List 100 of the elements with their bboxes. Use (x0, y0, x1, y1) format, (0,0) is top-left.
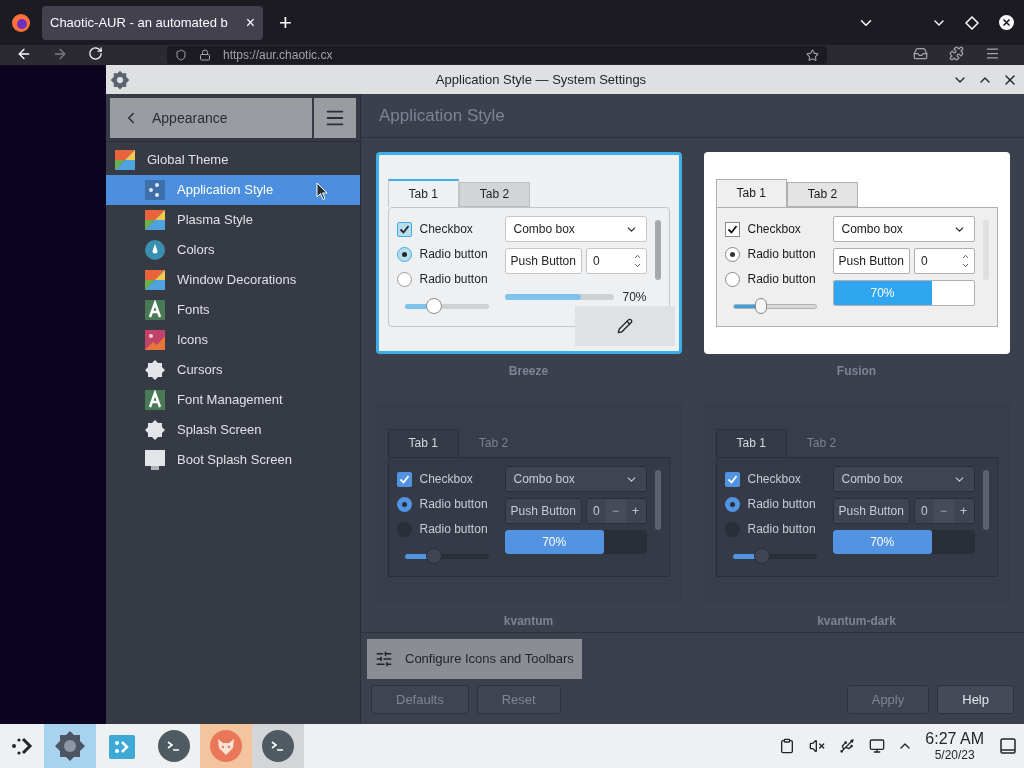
muted-speaker-icon[interactable] (809, 738, 826, 754)
push-button[interactable]: Push Button (832, 248, 910, 274)
sidebar-item[interactable]: Window Decorations (106, 265, 360, 295)
menu-button[interactable] (314, 98, 356, 138)
combo-box[interactable]: Combo box (504, 216, 647, 242)
show-desktop-icon[interactable] (1000, 738, 1016, 754)
spin-box[interactable]: 0 − + (585, 498, 647, 524)
checkbox-label: Checkbox (747, 221, 801, 238)
palette-icon (115, 150, 135, 170)
push-button[interactable]: Push Button (504, 498, 582, 524)
palette-icon (145, 270, 165, 290)
checkbox-label: Checkbox (747, 471, 801, 488)
pencil-icon (616, 318, 633, 334)
sidebar-item[interactable]: Cursors (106, 355, 360, 385)
scrollbar[interactable] (654, 470, 661, 530)
push-button[interactable]: Push Button (504, 248, 582, 274)
sliders-icon (375, 650, 393, 668)
tab[interactable]: Tab 1 (715, 429, 787, 457)
clipboard-icon[interactable] (779, 738, 796, 754)
spin-box[interactable]: 0 (585, 248, 647, 274)
checkbox[interactable] (396, 471, 412, 487)
progress-text: 70% (541, 534, 568, 551)
spin-box[interactable]: 0 (913, 248, 975, 274)
tab[interactable]: Tab 1 (387, 179, 459, 207)
combo-box[interactable]: Combo box (832, 216, 975, 242)
tab-close-button[interactable]: × (245, 10, 255, 35)
radio-button[interactable] (724, 246, 740, 262)
back-icon[interactable] (16, 46, 32, 62)
terminal-icon (262, 730, 294, 762)
combo-box[interactable]: Combo box (832, 466, 975, 492)
badge-icon (145, 420, 165, 440)
checkbox[interactable] (724, 471, 740, 487)
menu-icon[interactable] (985, 46, 1000, 61)
style-preview-card[interactable]: Tab 1 Tab 2 Checkbox Radio button Radio button Combo box Push Button 0 − + 70% (375, 402, 682, 604)
style-preview-card[interactable]: Tab 1 Tab 2 Checkbox Radio button Radio button Combo box Push Button 0 − + 70% (703, 402, 1010, 604)
increment-button[interactable]: + (953, 499, 974, 523)
spin-box[interactable]: 0 − + (913, 498, 975, 524)
radio-label: Radio button (419, 246, 488, 263)
sidebar-item[interactable]: Plasma Style (106, 205, 360, 235)
new-tab-button[interactable]: + (279, 6, 292, 39)
taskbar-task[interactable] (44, 724, 96, 768)
forward-icon[interactable] (52, 46, 68, 62)
sidebar-item[interactable]: Boot Splash Screen (106, 445, 360, 475)
radio-button[interactable] (724, 496, 740, 512)
combo-box[interactable]: Combo box (504, 466, 647, 492)
taskbar-task[interactable] (252, 724, 304, 768)
radio-button[interactable] (396, 246, 412, 262)
tab[interactable]: Tab 1 (715, 179, 787, 207)
checkbox[interactable] (396, 221, 412, 237)
decrement-button[interactable]: − (605, 499, 626, 523)
sidebar-item[interactable]: Splash Screen (106, 415, 360, 445)
inbox-icon[interactable] (913, 46, 928, 61)
usb-icon[interactable] (839, 738, 856, 754)
radio-button[interactable] (396, 496, 412, 512)
sidebar-item[interactable]: Font Management (106, 385, 360, 415)
decrement-button[interactable]: − (933, 499, 954, 523)
address-bar[interactable]: https://aur.chaotic.cx (167, 46, 827, 64)
network-icon[interactable] (869, 738, 886, 754)
scrollbar[interactable] (982, 470, 989, 530)
browser-logo-icon[interactable] (12, 13, 30, 32)
sidebar-item[interactable]: Fonts (106, 295, 360, 325)
push-button[interactable]: Push Button (832, 498, 910, 524)
window-title: Application Style — System Settings (434, 70, 648, 89)
radio-button[interactable] (396, 271, 412, 287)
radio-label: Radio button (419, 521, 488, 538)
scrollbar[interactable] (654, 220, 661, 280)
maximize-icon[interactable] (965, 15, 979, 30)
style-icon (145, 180, 165, 200)
checkbox[interactable] (724, 221, 740, 237)
reload-icon[interactable] (88, 46, 103, 61)
font-icon (145, 300, 165, 320)
radio-label: Radio button (747, 246, 816, 263)
style-preview-card[interactable]: Tab 1 Tab 2 Checkbox Radio button Radio button Combo box Push Button 0 70% (375, 152, 682, 354)
close-icon[interactable] (999, 15, 1014, 30)
puzzle-icon[interactable] (949, 46, 964, 61)
palette-icon (145, 210, 165, 230)
back-button[interactable]: Appearance (110, 98, 312, 138)
clock-time[interactable]: 6:27 AM (925, 731, 984, 747)
tab[interactable]: Tab 2 (786, 182, 859, 207)
radio-label: Radio button (747, 496, 816, 513)
checkbox-label: Checkbox (419, 471, 473, 488)
configure-icons-button[interactable]: Configure Icons and Toolbars (367, 639, 582, 679)
browser-tab[interactable]: Chaotic-AUR - an automated b × (42, 5, 263, 40)
increment-button[interactable]: + (625, 499, 646, 523)
sidebar-item[interactable]: Icons (106, 325, 360, 355)
progress-text: 70% (622, 289, 647, 306)
lock-icon (199, 49, 211, 61)
sidebar-item[interactable]: Global Theme (106, 145, 360, 175)
sidebar-item[interactable]: Colors (106, 235, 360, 265)
clock-date[interactable]: 5/20/23 (934, 749, 975, 761)
radio-button[interactable] (724, 271, 740, 287)
tab[interactable]: Tab 1 (387, 429, 459, 457)
monitor-icon (145, 450, 165, 470)
tab[interactable]: Tab 2 (458, 182, 531, 207)
bookmark-star-icon[interactable] (806, 48, 819, 62)
gear-icon (110, 69, 130, 90)
checkbox-label: Checkbox (419, 221, 473, 238)
dialog-button[interactable]: Help (937, 685, 1014, 714)
progress-text: 70% (869, 285, 896, 302)
style-preview-card[interactable]: Tab 1 Tab 2 Checkbox Radio button Radio button Combo box Push Button 0 70% (703, 152, 1010, 354)
